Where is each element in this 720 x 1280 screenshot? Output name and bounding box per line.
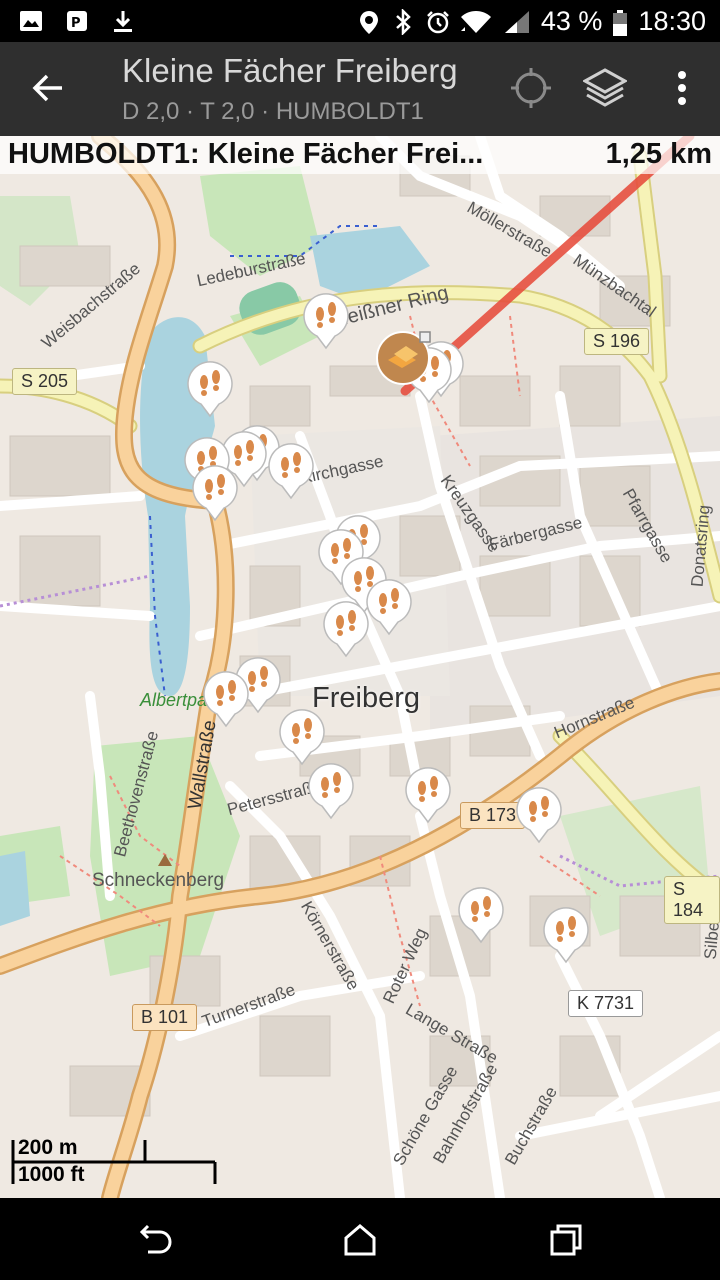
layers-icon: [583, 68, 627, 107]
footprint-pin-icon: [516, 787, 562, 844]
footprint-pin-icon: [543, 907, 589, 964]
nav-recents-button[interactable]: [538, 1212, 594, 1268]
street-labels: Meißner Ring Ledeburstraße Weisbachstraß…: [0, 136, 720, 1198]
cache-pin[interactable]: [321, 600, 371, 658]
street-label: Münzbachtal: [569, 250, 660, 322]
cache-pin[interactable]: [364, 578, 414, 636]
footprint-pin-icon: [268, 443, 314, 500]
battery-icon: [612, 9, 628, 36]
store-notification-icon: P: [64, 8, 90, 34]
page-title: Kleine Fächer Freiberg: [122, 52, 458, 89]
cache-pin[interactable]: [277, 708, 327, 766]
location-icon: [357, 9, 381, 35]
road-badge: K 7731: [568, 990, 644, 1017]
battery-percent: 43 %: [540, 6, 603, 36]
scale-metric: 200 m: [18, 1136, 78, 1159]
cache-pin[interactable]: [514, 786, 564, 844]
app-toolbar: Kleine Fächer Freiberg D 2,0 · T 2,0 · H…: [0, 42, 720, 136]
footprint-pin-icon: [323, 601, 369, 658]
target-distance: 1,25 km: [605, 138, 712, 170]
road-badge: S 184: [664, 876, 720, 924]
page-subtitle: D 2,0 · T 2,0 · HUMBOLDT1: [122, 98, 424, 125]
road-badge: S 205: [12, 368, 78, 395]
image-notification-icon: [18, 8, 44, 34]
alarm-icon: [425, 9, 449, 35]
system-nav-bar: [0, 1198, 720, 1280]
street-label: Turnerstraße: [199, 979, 298, 1032]
cache-pin[interactable]: [541, 906, 591, 964]
svg-text:P: P: [71, 16, 81, 31]
recents-icon: [550, 1224, 582, 1256]
download-icon: [110, 8, 136, 34]
cache-pin[interactable]: [306, 762, 356, 820]
street-label: Möllerstraße: [463, 197, 556, 262]
nav-back-button[interactable]: [126, 1212, 182, 1268]
back-icon: [139, 1224, 172, 1254]
footprint-pin-icon: [366, 579, 412, 636]
my-location-button[interactable]: [505, 62, 557, 114]
cache-pin[interactable]: [266, 442, 316, 500]
footprint-pin-icon: [405, 767, 451, 824]
street-label: Pfarrgasse: [618, 485, 677, 567]
bluetooth-icon: [391, 7, 415, 36]
cache-pin[interactable]: [403, 766, 453, 824]
signal-icon: [503, 9, 531, 35]
cache-pin[interactable]: [190, 464, 240, 522]
footprint-pin-icon: [458, 887, 504, 944]
map-layers-button[interactable]: [579, 62, 631, 114]
multi-cache-icon: [376, 331, 431, 385]
cache-pin[interactable]: [456, 886, 506, 944]
status-system-icons: 43 % 18:30: [357, 6, 706, 37]
nav-home-button[interactable]: [332, 1212, 388, 1268]
back-button[interactable]: [22, 62, 74, 114]
target-info-bar[interactable]: HUMBOLDT1: Kleine Fächer Frei... 1,25 km: [0, 136, 720, 174]
street-label: Wallstraße: [184, 718, 221, 812]
overflow-menu-button[interactable]: [656, 62, 708, 114]
map-view[interactable]: Meißner Ring Ledeburstraße Weisbachstraß…: [0, 136, 720, 1198]
street-label: Schneckenberg: [92, 870, 225, 891]
cache-pin[interactable]: [201, 670, 251, 728]
arrow-left-icon: [32, 74, 62, 102]
home-icon: [344, 1224, 376, 1256]
city-label: Freiberg: [312, 682, 420, 714]
clock: 18:30: [638, 6, 706, 36]
street-label: Roter Weg: [379, 925, 431, 1007]
cache-pin[interactable]: [185, 360, 235, 418]
target-cache-marker[interactable]: [376, 328, 434, 390]
footprint-pin-icon: [187, 361, 233, 418]
footprint-pin-icon: [308, 763, 354, 820]
map-scale-bar: 200 m 1000 ft: [10, 1136, 220, 1188]
status-bar: P 43 % 18:30: [0, 0, 720, 42]
street-label: Körnerstraße: [297, 898, 364, 994]
street-label: Weisbachstraße: [37, 258, 144, 353]
street-label: Färbergasse: [486, 512, 585, 555]
street-label: Donatsring: [687, 504, 714, 588]
footprint-pin-icon: [279, 709, 325, 766]
street-label: Ledeburstraße: [195, 248, 308, 291]
footprint-pin-icon: [192, 465, 238, 522]
street-label: Buchstraße: [501, 1083, 561, 1169]
target-name: HUMBOLDT1: Kleine Fächer Frei...: [8, 138, 484, 170]
crosshair-icon: [511, 68, 551, 108]
road-badge: S 196: [584, 328, 650, 355]
more-vertical-icon: [678, 71, 686, 105]
wifi-icon: [459, 9, 493, 35]
street-label: Hornstraße: [551, 692, 638, 743]
cache-pin[interactable]: [301, 292, 351, 350]
street-label: Lange Straße: [402, 999, 502, 1068]
footprint-pin-icon: [303, 293, 349, 350]
street-label: Beethovenstraße: [110, 728, 163, 859]
footprint-pin-icon: [203, 671, 249, 728]
status-notification-icons: P: [18, 8, 136, 34]
scale-imperial: 1000 ft: [18, 1163, 85, 1186]
road-badge: B 101: [132, 1004, 198, 1031]
